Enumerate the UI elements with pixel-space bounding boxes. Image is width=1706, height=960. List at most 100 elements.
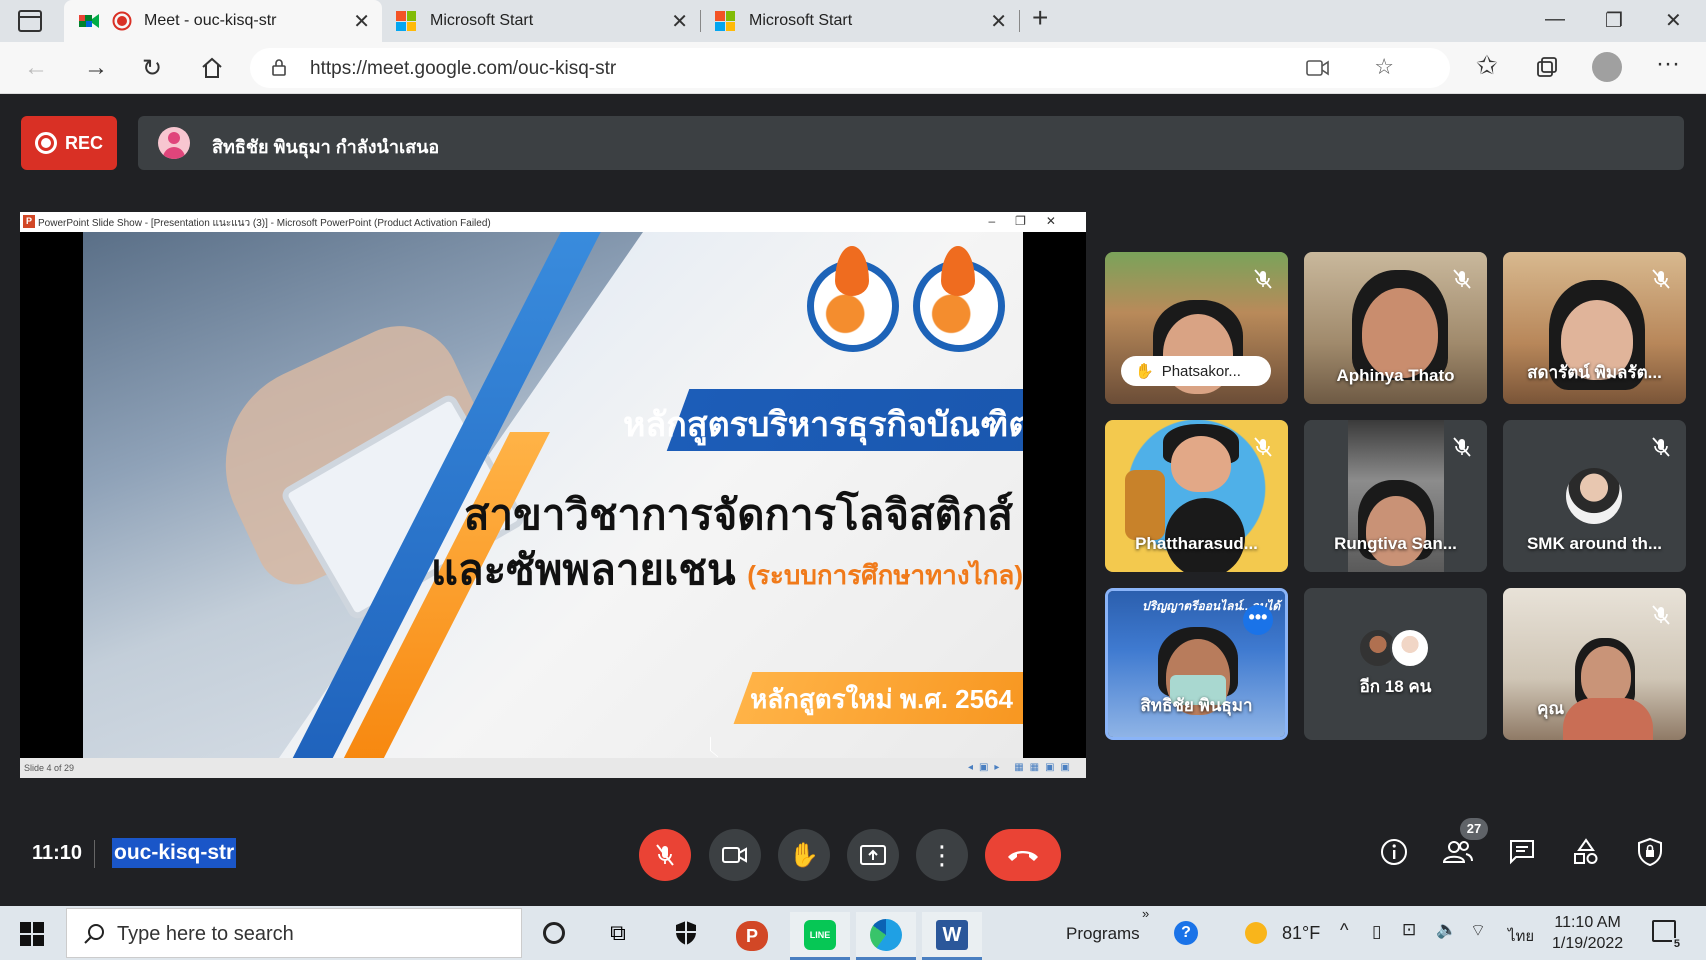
- more-vert-icon: ⋮: [929, 840, 955, 870]
- task-view-icon[interactable]: ⧉: [598, 914, 638, 952]
- participant-name: Aphinya Thato: [1336, 366, 1455, 385]
- meeting-code[interactable]: ouc-kisq-str: [112, 838, 237, 868]
- participant-tile[interactable]: Phattharasud...: [1105, 420, 1288, 572]
- shared-screen: P PowerPoint Slide Show - [Presentation …: [20, 212, 1086, 778]
- participant-name: SMK around th...: [1526, 534, 1663, 553]
- participant-avatar: [1390, 628, 1430, 668]
- logo-flame-icon: [941, 246, 975, 296]
- mic-off-icon: [656, 844, 674, 866]
- slide-orange-text: หลักสูตรใหม่ พ.ศ. 2564: [750, 684, 1013, 714]
- collections-icon[interactable]: [1535, 56, 1559, 80]
- tab-label: Meet - ouc-kisq-str: [144, 12, 277, 29]
- weather-sun-icon[interactable]: [1236, 914, 1276, 952]
- edge-app-icon[interactable]: [856, 912, 916, 960]
- slide-line2-main: และซัพพลายเชน: [430, 546, 736, 593]
- participant-name-pill: ✋ Phatsakor...: [1121, 356, 1271, 386]
- windows-start-icon[interactable]: [20, 922, 44, 946]
- ppt-view-icons[interactable]: ◂▣▸ ▦▦▣▣: [968, 762, 1076, 773]
- hand-raised-icon: ✋: [1135, 363, 1154, 380]
- chat-icon: [1510, 840, 1534, 865]
- programs-toolbar-label[interactable]: Programs: [1066, 924, 1140, 944]
- present-button[interactable]: [847, 829, 899, 881]
- people-icon: [1442, 841, 1473, 863]
- taskbar-search-box[interactable]: Type here to search: [66, 908, 522, 958]
- home-icon[interactable]: [200, 56, 224, 80]
- slide-heading-line2: และซัพพลายเชน (ระบบการศึกษาทางไกล): [383, 537, 1023, 603]
- security-shield-icon[interactable]: [666, 914, 706, 952]
- tab-label: Microsoft Start: [749, 12, 853, 29]
- more-options-icon[interactable]: •••: [1243, 605, 1273, 635]
- tray-network-monitor-icon[interactable]: ⊡: [1402, 920, 1416, 940]
- activities-button[interactable]: [1570, 836, 1602, 868]
- close-window-icon[interactable]: ✕: [1665, 8, 1682, 33]
- slide-counter: Slide 4 of 29: [24, 763, 75, 773]
- participant-face: [1362, 288, 1438, 378]
- more-menu-icon[interactable]: ···: [1656, 50, 1680, 78]
- tab-meet[interactable]: Meet - ouc-kisq-str ✕: [64, 0, 382, 42]
- favorites-icon[interactable]: ✩: [1476, 50, 1498, 81]
- record-icon: [34, 132, 57, 154]
- more-options-button[interactable]: ⋮: [916, 829, 968, 881]
- end-call-button[interactable]: [985, 829, 1061, 881]
- tab-microsoft-start-1[interactable]: Microsoft Start ✕: [382, 0, 700, 42]
- participant-tile-self[interactable]: คุณ: [1503, 588, 1686, 740]
- url-box[interactable]: https://meet.google.com/ouc-kisq-str ☆: [250, 48, 1450, 88]
- browser-tab-bar: Meet - ouc-kisq-str ✕ Microsoft Start ✕ …: [0, 0, 1706, 42]
- hand-icon: ✋: [789, 841, 819, 869]
- meet-favicon-icon: [79, 14, 99, 28]
- participant-tile-presenter[interactable]: ปริญญาตรีออนไลน์...จบได้ ••• สิทธิชัย พิ…: [1105, 588, 1288, 740]
- wifi-icon[interactable]: ⌔: [1470, 920, 1486, 941]
- url-text[interactable]: https://meet.google.com/ouc-kisq-str: [310, 58, 616, 80]
- mic-toggle-button[interactable]: [639, 829, 691, 881]
- participant-avatar: [1566, 468, 1622, 524]
- cortana-icon[interactable]: [534, 914, 574, 952]
- host-controls-button[interactable]: [1634, 836, 1666, 868]
- participant-tile[interactable]: Rungtiva San...: [1304, 420, 1487, 572]
- taskbar-clock[interactable]: 11:10 AM 1/19/2022: [1552, 912, 1623, 954]
- input-language[interactable]: ไทย: [1508, 924, 1534, 948]
- mic-off-icon: [1652, 269, 1670, 289]
- raise-hand-button[interactable]: ✋: [778, 829, 830, 881]
- tab-actions-icon[interactable]: [18, 10, 42, 32]
- powerpoint-app-icon[interactable]: P: [722, 912, 782, 960]
- refresh-icon[interactable]: ↻: [142, 54, 162, 83]
- tray-device-icon[interactable]: ▯: [1372, 922, 1381, 942]
- tab-close-icon[interactable]: ✕: [353, 9, 370, 34]
- more-participants-label: อีก 18 คน: [1359, 677, 1432, 696]
- volume-icon[interactable]: 🔈: [1436, 920, 1457, 940]
- tab-close-icon[interactable]: ✕: [671, 9, 688, 34]
- line-app-icon[interactable]: LINE: [790, 912, 850, 960]
- forward-icon[interactable]: →: [84, 54, 108, 82]
- tab-close-icon[interactable]: ✕: [990, 9, 1007, 34]
- camera-toggle-button[interactable]: [709, 829, 761, 881]
- new-tab-icon[interactable]: +: [1032, 2, 1048, 34]
- participant-tile[interactable]: ✋ Phatsakor...: [1105, 252, 1288, 404]
- minimize-icon[interactable]: —: [1545, 8, 1565, 31]
- show-hidden-icons[interactable]: ^: [1340, 920, 1348, 941]
- powerpoint-icon: P: [23, 215, 35, 228]
- participant-tile[interactable]: SMK around th...: [1503, 420, 1686, 572]
- tab-microsoft-start-2[interactable]: Microsoft Start ✕: [701, 0, 1019, 42]
- profile-avatar[interactable]: [1592, 52, 1622, 82]
- microsoft-logo-icon: [715, 11, 735, 31]
- notification-center-icon[interactable]: 5: [1652, 920, 1682, 950]
- lock-icon[interactable]: [272, 58, 286, 76]
- restore-icon[interactable]: ❐: [1605, 8, 1623, 33]
- meeting-details-button[interactable]: [1378, 836, 1410, 868]
- more-participants-tile[interactable]: อีก 18 คน: [1304, 588, 1487, 740]
- people-button[interactable]: [1442, 836, 1474, 868]
- add-favorite-icon[interactable]: ☆: [1374, 54, 1394, 80]
- participant-tile[interactable]: สดารัตน์ พิมลรัต...: [1503, 252, 1686, 404]
- word-app-icon[interactable]: W: [922, 912, 982, 960]
- back-icon[interactable]: ←: [24, 54, 48, 82]
- time-divider: [94, 840, 95, 868]
- temperature[interactable]: 81°F: [1282, 923, 1320, 944]
- toolbar-expand-icon[interactable]: »: [1142, 906, 1149, 921]
- chat-button[interactable]: [1506, 836, 1538, 868]
- participant-tile[interactable]: Aphinya Thato: [1304, 252, 1487, 404]
- search-placeholder: Type here to search: [117, 923, 294, 945]
- activities-icon: [1574, 838, 1598, 864]
- participant-name: Phattharasud...: [1135, 534, 1258, 553]
- camera-permission-icon[interactable]: [1306, 58, 1330, 78]
- help-icon[interactable]: ?: [1166, 914, 1206, 952]
